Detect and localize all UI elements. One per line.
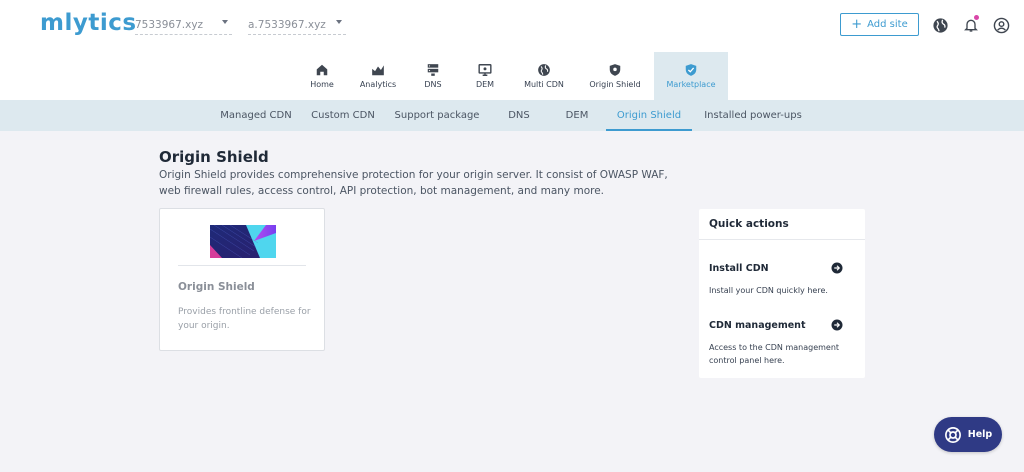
tab-custom-cdn[interactable]: Custom CDN bbox=[306, 100, 380, 131]
card-description: Provides frontline defense for your orig… bbox=[178, 307, 311, 331]
main-nav: Home Analytics DNS DEM Multi CDN Origin … bbox=[0, 52, 1024, 100]
plus-icon: + bbox=[851, 16, 863, 32]
nav-item-multi-cdn[interactable]: Multi CDN bbox=[518, 52, 570, 100]
page-description: Origin Shield provides comprehensive pro… bbox=[159, 169, 668, 197]
home-icon bbox=[316, 64, 328, 76]
cdn-management-description: Access to the CDN management control pan… bbox=[709, 343, 840, 365]
nav-item-home[interactable]: Home bbox=[302, 52, 342, 100]
cdn-management-link[interactable]: CDN management bbox=[709, 320, 806, 331]
tab-managed-cdn[interactable]: Managed CDN bbox=[214, 100, 298, 131]
user-icon[interactable] bbox=[991, 15, 1011, 35]
nav-item-label: Origin Shield bbox=[589, 80, 641, 89]
nav-item-analytics[interactable]: Analytics bbox=[352, 52, 404, 100]
shield-icon bbox=[609, 64, 621, 76]
shield-check-icon bbox=[685, 64, 697, 76]
server-icon bbox=[427, 64, 439, 76]
notification-dot bbox=[974, 15, 979, 20]
nav-item-label: DEM bbox=[475, 80, 495, 89]
nav-item-label: Home bbox=[310, 80, 334, 89]
nav-item-dns[interactable]: DNS bbox=[416, 52, 450, 100]
domain-select[interactable]: 7533967.xyz bbox=[135, 15, 232, 35]
tab-support-package[interactable]: Support package bbox=[388, 100, 486, 131]
nav-item-dem[interactable]: DEM bbox=[468, 52, 502, 100]
globe-icon bbox=[538, 64, 550, 76]
bell-icon[interactable] bbox=[961, 15, 981, 35]
nav-item-label: DNS bbox=[424, 80, 442, 89]
nav-item-label: Multi CDN bbox=[524, 80, 564, 89]
caret-down-icon bbox=[222, 20, 228, 24]
install-cdn-link[interactable]: Install CDN bbox=[709, 263, 769, 274]
origin-shield-card[interactable]: Origin Shield Provides frontline defense… bbox=[159, 208, 325, 351]
add-site-button[interactable]: + Add site bbox=[840, 13, 919, 36]
top-bar: mlytics 7533967.xyz a.7533967.xyz + Add … bbox=[0, 0, 1024, 52]
nav-item-label: Marketplace bbox=[666, 80, 716, 89]
quick-actions-title: Quick actions bbox=[699, 209, 865, 240]
nav-item-marketplace[interactable]: Marketplace bbox=[654, 52, 728, 100]
page-title: Origin Shield bbox=[159, 148, 269, 166]
lifebuoy-icon bbox=[944, 426, 961, 443]
quick-actions-panel: Quick actions Install CDN Install your C… bbox=[699, 209, 865, 378]
subdomain-select[interactable]: a.7533967.xyz bbox=[248, 15, 346, 35]
analytics-icon bbox=[372, 65, 384, 76]
nav-item-label: Analytics bbox=[359, 80, 397, 89]
domain-select-value: 7533967.xyz bbox=[135, 18, 204, 31]
install-cdn-description: Install your CDN quickly here. bbox=[709, 286, 828, 295]
monitor-icon bbox=[478, 64, 492, 76]
sub-nav: Managed CDN Custom CDN Support package D… bbox=[0, 100, 1024, 131]
nav-item-origin-shield[interactable]: Origin Shield bbox=[584, 52, 646, 100]
arrow-right-circle-icon[interactable] bbox=[831, 319, 843, 331]
tab-installed-power-ups[interactable]: Installed power-ups bbox=[697, 100, 809, 131]
tab-origin-shield[interactable]: Origin Shield bbox=[606, 100, 692, 131]
caret-down-icon bbox=[336, 20, 342, 24]
origin-shield-banner bbox=[210, 225, 276, 258]
card-divider bbox=[178, 265, 306, 266]
tab-dem[interactable]: DEM bbox=[556, 100, 598, 131]
help-label: Help bbox=[967, 429, 993, 440]
globe-icon[interactable] bbox=[930, 15, 950, 35]
arrow-right-circle-icon[interactable] bbox=[831, 262, 843, 274]
logo[interactable]: mlytics bbox=[40, 10, 137, 36]
add-site-label: Add site bbox=[867, 19, 908, 30]
tab-dns[interactable]: DNS bbox=[497, 100, 541, 131]
subdomain-select-value: a.7533967.xyz bbox=[248, 18, 326, 31]
help-button[interactable]: Help bbox=[934, 417, 1002, 452]
card-title: Origin Shield bbox=[178, 281, 255, 293]
